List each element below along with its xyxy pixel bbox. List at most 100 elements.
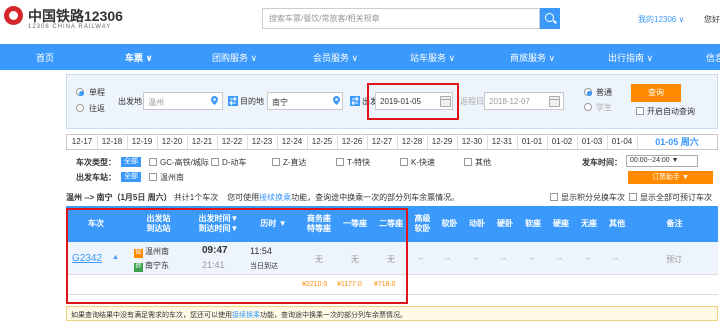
date-tab[interactable]: 01-03 [577,135,608,149]
to-label: 目的地 [240,97,264,106]
seat-status: -- [418,254,424,263]
ticket-normal-label: 普通 [596,88,612,97]
route-title: 温州 --> 南宁（1月5日 周六） [66,193,172,202]
ticket-student-radio[interactable] [584,103,592,111]
seat-status: -- [613,254,619,263]
date-tab[interactable]: 12-28 [397,135,428,149]
header-moving-sleeper: 动卧 [469,219,485,228]
date-tab[interactable]: 12-19 [127,135,158,149]
logo-subtitle: 12306 CHINA RAILWAY [28,24,112,30]
calendar-icon[interactable] [549,96,560,107]
location-pin-icon [333,96,340,105]
header-other: 其他 [609,219,625,228]
logo-title[interactable]: 中国铁路12306 [28,6,123,26]
tip-prefix: 您可使用 [227,193,260,202]
book-button[interactable]: 预订 [666,254,682,265]
train-type-all-tag[interactable]: 全部 [121,157,141,167]
order-helper-button[interactable]: 订票助手 ▼ [628,171,713,184]
user-greeting-link[interactable]: 您好 [704,14,720,25]
site-search-input[interactable]: 搜索车票/餐饮/常旅客/相关规章 [262,8,540,29]
tip-suffix: 功能，查询途中换乘一次的部分列车余票情况。 [291,193,460,202]
date-tab[interactable]: 12-18 [97,135,128,149]
query-button[interactable]: 查询 [631,84,681,102]
seat-status: -- [557,254,563,263]
header-hard-sleeper: 硬卧 [497,219,513,228]
date-tab[interactable]: 12-26 [337,135,368,149]
swap-stations-icon[interactable] [228,96,238,106]
type-checkbox[interactable] [211,158,219,166]
date-tab[interactable]: 12-23 [247,135,278,149]
station-all-tag[interactable]: 全部 [121,172,141,182]
depart-station-label: 出发车站： [76,173,116,182]
type-option: T-特快 [347,158,371,167]
nav-info[interactable]: 信息 [706,51,720,64]
one-way-radio[interactable] [76,88,84,96]
header-soft-sleeper: 软卧 [441,219,458,228]
date-highlight-box [367,83,459,120]
result-highlight-box [66,208,408,304]
notice-transfer-link[interactable]: 接续换乘 [232,312,260,319]
type-checkbox[interactable] [464,158,472,166]
to-station-input[interactable]: 南宁 [267,92,343,110]
type-option: D-动车 [222,158,247,167]
return-date-label: 返程日 [460,97,484,106]
railway-logo-icon[interactable] [4,6,23,25]
main-nav: 首页 车票 ∨ 团购服务 ∨ 会员服务 ∨ 站车服务 ∨ 商旅服务 ∨ 出行指南… [0,44,720,70]
header-remark: 备注 [666,219,683,228]
my-12306-link[interactable]: 我的12306 ∨ [638,14,684,25]
date-tab-selected[interactable]: 01-05 周六 [637,135,717,149]
type-checkbox[interactable] [272,158,280,166]
date-tab[interactable]: 12-21 [187,135,218,149]
result-summary: 温州 --> 南宁（1月5日 周六） 共计1个车次 您可使用接续换乘功能，查询途… [66,192,459,203]
type-option: 其他 [475,158,491,167]
round-trip-radio[interactable] [76,104,84,112]
type-checkbox[interactable] [336,158,344,166]
search-icon[interactable] [540,8,560,29]
date-strip: 12-17 12-18 12-19 12-20 12-21 12-22 12-2… [66,134,718,150]
date-tab[interactable]: 12-25 [307,135,338,149]
date-tab[interactable]: 12-17 [67,135,98,149]
station-checkbox[interactable] [149,173,157,181]
nav-tickets[interactable]: 车票 ∨ [125,51,153,64]
seat-status: -- [501,254,507,263]
show-all-checkbox[interactable] [629,193,637,201]
show-all-label: 显示全部可预订车次 [640,193,712,202]
nav-group[interactable]: 团购服务 ∨ [212,51,257,64]
nav-member[interactable]: 会员服务 ∨ [313,51,358,64]
station-option: 温州南 [160,173,184,182]
notice-prefix: 如果查询结果中没有满足需求的车次，您还可以使用 [71,312,232,319]
transfer-link[interactable]: 接续换乘 [259,193,291,202]
date-tab[interactable]: 01-01 [517,135,548,149]
round-trip-label: 往返 [89,104,105,113]
date-tab[interactable]: 01-02 [547,135,578,149]
date-tab[interactable]: 12-31 [487,135,518,149]
date-tab[interactable]: 01-04 [607,135,638,149]
type-option: K-快速 [411,158,435,167]
auto-query-checkbox[interactable] [636,107,644,115]
ticket-normal-radio[interactable] [584,88,592,96]
transfer-notice: 如果查询结果中没有满足需求的车次，您还可以使用接续换乘功能，查询途中换乘一次的部… [66,306,718,321]
nav-station[interactable]: 站车服务 ∨ [410,51,455,64]
show-points-checkbox[interactable] [550,193,558,201]
one-way-label: 单程 [89,88,105,97]
date-tab[interactable]: 12-30 [457,135,488,149]
seat-status: -- [473,254,479,263]
from-label: 出发地 [118,97,142,106]
date-tab[interactable]: 12-20 [157,135,188,149]
nav-business[interactable]: 商旅服务 ∨ [510,51,555,64]
date-tab[interactable]: 12-24 [277,135,308,149]
type-checkbox[interactable] [149,158,157,166]
date-tab[interactable]: 12-22 [217,135,248,149]
depart-time-select[interactable]: 00:00--24:00 ▼ [626,155,698,167]
header-hard-seat: 硬座 [553,219,569,228]
nav-home[interactable]: 首页 [36,51,54,64]
seat-status: -- [585,254,591,263]
header-no-seat: 无座 [581,219,597,228]
type-checkbox[interactable] [400,158,408,166]
swap-dates-icon[interactable] [350,96,360,106]
date-tab[interactable]: 12-27 [367,135,398,149]
train-type-label: 车次类型： [76,158,116,167]
date-tab[interactable]: 12-29 [427,135,458,149]
nav-guide[interactable]: 出行指南 ∨ [608,51,653,64]
type-option: GC-高铁/城际 [160,158,209,167]
